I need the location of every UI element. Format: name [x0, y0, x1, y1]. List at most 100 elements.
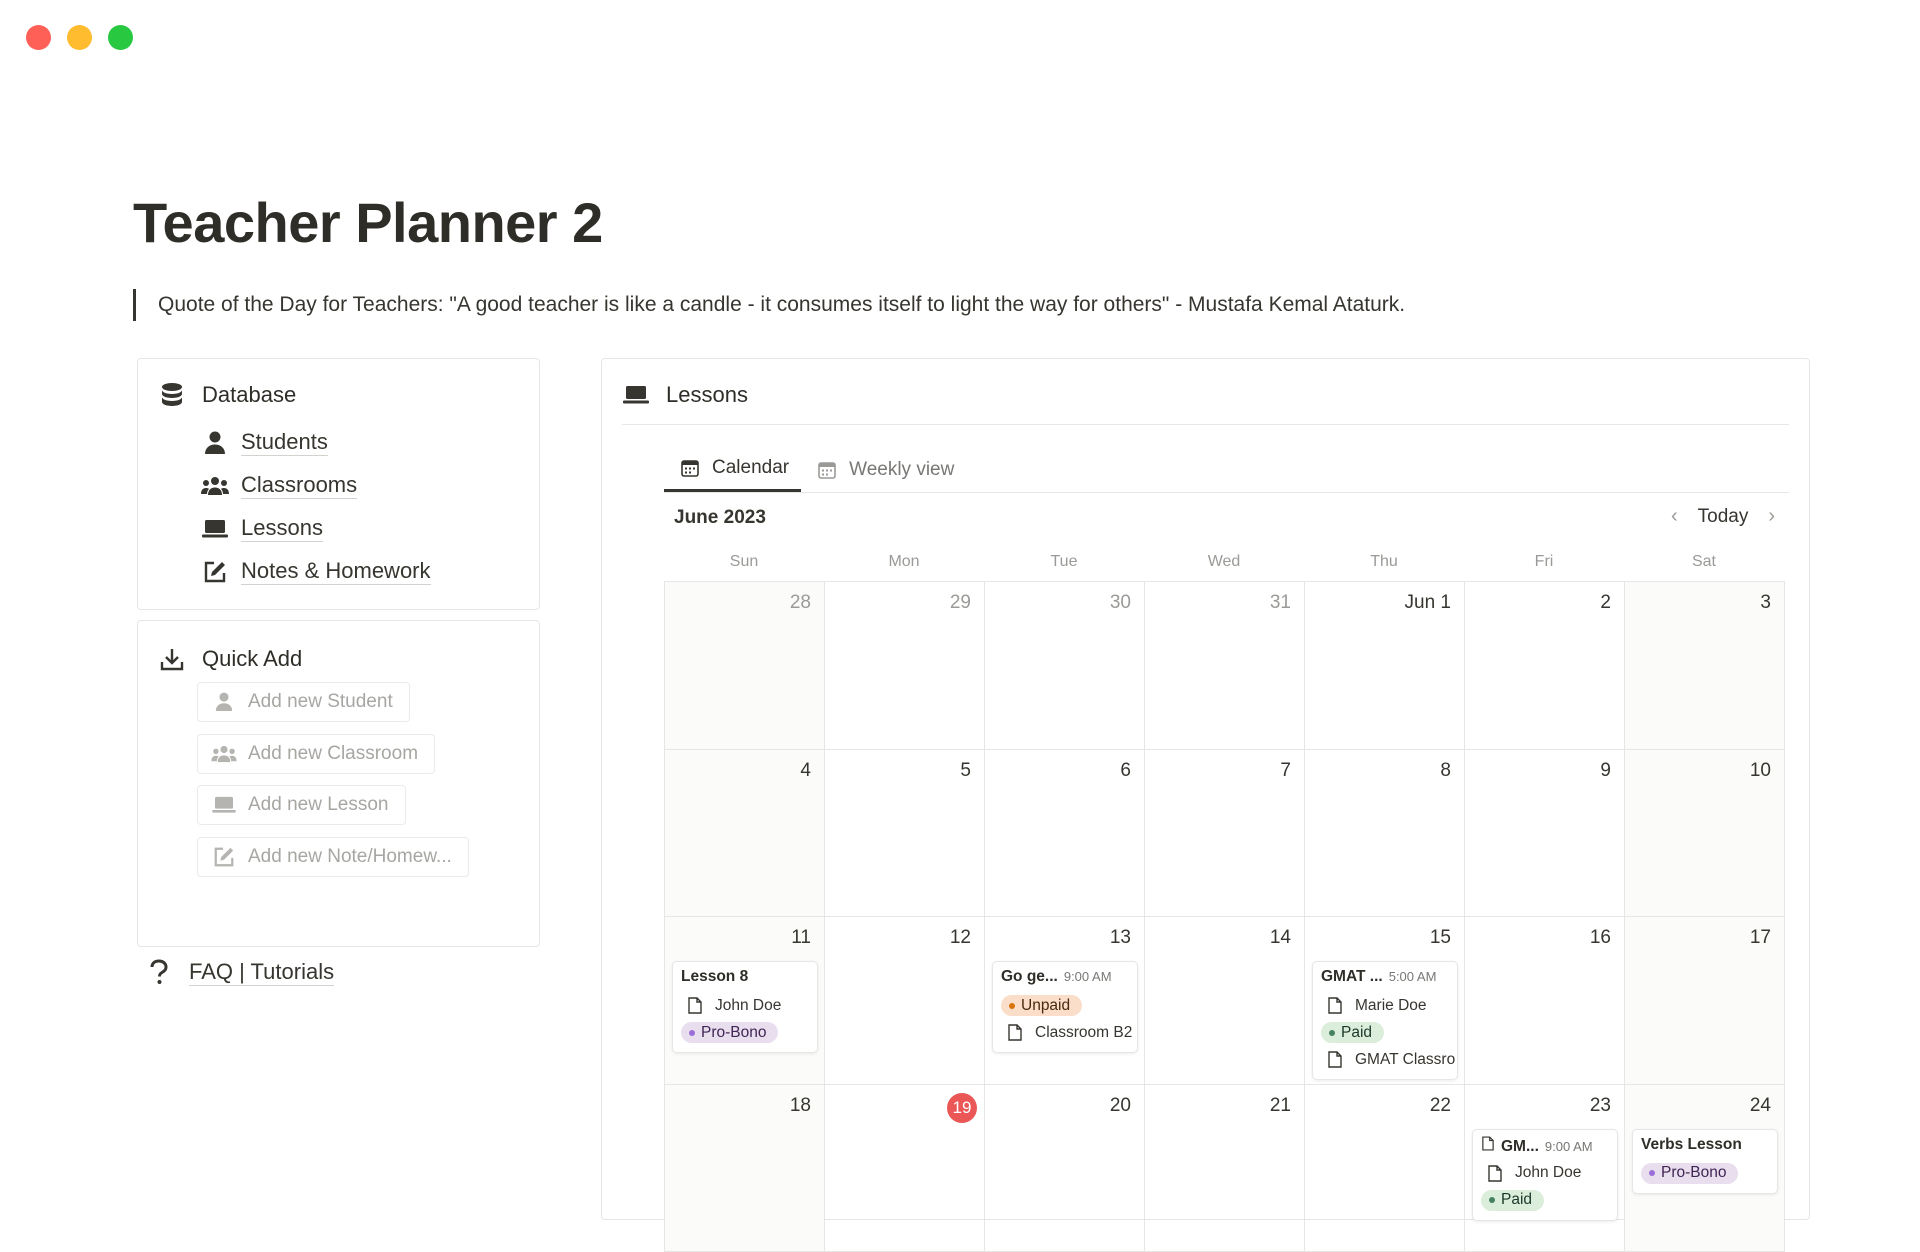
calendar-week: 28 29 30 31 Jun 1 2 3 — [665, 582, 1785, 750]
database-header: Database — [158, 381, 296, 409]
calendar-day[interactable]: 4 — [665, 750, 825, 918]
event-time: 5:00 AM — [1389, 969, 1437, 984]
event-title: Verbs Lesson — [1641, 1136, 1777, 1160]
calendar-day[interactable]: 19 — [825, 1085, 985, 1252]
day-number: 22 — [1430, 1095, 1451, 1117]
button-label: Add new Lesson — [248, 794, 389, 816]
event-time: 9:00 AM — [1064, 969, 1112, 984]
weekday-label: Fri — [1464, 553, 1624, 571]
day-number: 18 — [790, 1095, 811, 1117]
calendar-day[interactable]: 8 — [1305, 750, 1465, 918]
day-number: 12 — [950, 927, 971, 949]
today-marker: 19 — [947, 1093, 977, 1123]
add-new-lesson-button[interactable]: Add new Lesson — [197, 785, 406, 825]
event-student: John Doe — [1481, 1160, 1617, 1187]
quick-add-heading: Quick Add — [202, 646, 302, 672]
weekday-label: Wed — [1144, 553, 1304, 571]
page-icon — [1481, 1159, 1509, 1187]
calendar-day[interactable]: 13 Go ge...9:00 AM Unpaid Classroom B2 — [985, 917, 1145, 1085]
calendar-day[interactable]: 9 — [1465, 750, 1625, 918]
status-tag: Pro-Bono — [681, 1022, 778, 1043]
calendar-day[interactable]: 22 — [1305, 1085, 1465, 1252]
calendar-day[interactable]: 6 — [985, 750, 1145, 918]
lessons-heading[interactable]: Lessons — [666, 382, 748, 408]
laptop-icon — [622, 381, 650, 409]
status-tag: Paid — [1321, 1022, 1384, 1043]
calendar-day[interactable]: 12 — [825, 917, 985, 1085]
day-number: 29 — [950, 592, 971, 614]
group-icon — [201, 472, 229, 500]
calendar-day[interactable]: 20 — [985, 1085, 1145, 1252]
database-item-notes-homework[interactable]: Notes & Homework — [201, 550, 431, 593]
tab-weekly-view[interactable]: Weekly view — [801, 447, 966, 492]
event-card[interactable]: GM...9:00 AM John Doe Paid — [1472, 1129, 1618, 1221]
day-number: 9 — [1600, 760, 1611, 782]
calendar-day[interactable]: 23 GM...9:00 AM John Doe Paid — [1465, 1085, 1625, 1252]
add-new-student-button[interactable]: Add new Student — [197, 682, 410, 722]
database-item-lessons[interactable]: Lessons — [201, 507, 431, 550]
calendar-day[interactable]: 29 — [825, 582, 985, 750]
today-button[interactable]: Today — [1698, 506, 1749, 528]
calendar-day[interactable]: 10 — [1625, 750, 1785, 918]
add-new-classroom-button[interactable]: Add new Classroom — [197, 734, 435, 774]
chevron-left-icon[interactable]: ‹ — [1671, 505, 1678, 528]
calendar-day[interactable]: 16 — [1465, 917, 1625, 1085]
page-icon — [1321, 1046, 1349, 1074]
calendar-day[interactable]: 15 GMAT ...5:00 AM Marie Doe Paid GMAT C… — [1305, 917, 1465, 1085]
calendar-nav: ‹ Today › — [1671, 505, 1775, 528]
calendar-day[interactable]: 11 Lesson 8 John Doe Pro-Bono — [665, 917, 825, 1085]
close-window-button[interactable] — [26, 25, 51, 50]
weekday-label: Mon — [824, 553, 984, 571]
page-icon — [681, 992, 709, 1020]
event-card[interactable]: Lesson 8 John Doe Pro-Bono — [672, 961, 818, 1053]
page-title: Teacher Planner 2 — [133, 190, 603, 255]
day-number: 4 — [800, 760, 811, 782]
calendar-day[interactable]: 5 — [825, 750, 985, 918]
event-card[interactable]: GMAT ...5:00 AM Marie Doe Paid GMAT Clas… — [1312, 961, 1458, 1080]
event-time: 9:00 AM — [1545, 1139, 1593, 1154]
calendar-day[interactable]: 21 — [1145, 1085, 1305, 1252]
calendar-day[interactable]: 2 — [1465, 582, 1625, 750]
calendar-day[interactable]: 17 — [1625, 917, 1785, 1085]
add-new-note-homework-button[interactable]: Add new Note/Homew... — [197, 837, 469, 877]
day-number: 10 — [1750, 760, 1771, 782]
day-number: 11 — [791, 927, 811, 949]
quote-block: Quote of the Day for Teachers: "A good t… — [133, 289, 1405, 321]
calendar-day[interactable]: 18 — [665, 1085, 825, 1252]
download-icon — [158, 645, 186, 673]
database-item-classrooms[interactable]: Classrooms — [201, 464, 431, 507]
event-card[interactable]: Go ge...9:00 AM Unpaid Classroom B2 — [992, 961, 1138, 1053]
quick-add-buttons: Add new Student Add new Classroom Add ne… — [197, 682, 469, 888]
calendar-day[interactable]: 28 — [665, 582, 825, 750]
calendar-day[interactable]: 7 — [1145, 750, 1305, 918]
day-number: 3 — [1760, 592, 1771, 614]
day-number: 13 — [1110, 927, 1131, 949]
group-icon — [210, 740, 238, 768]
day-number: 6 — [1120, 760, 1131, 782]
database-item-label: Students — [241, 429, 328, 456]
calendar-day[interactable]: 24 Verbs Lesson Pro-Bono — [1625, 1085, 1785, 1252]
maximize-window-button[interactable] — [108, 25, 133, 50]
calendar-day[interactable]: 30 — [985, 582, 1145, 750]
window-controls — [26, 25, 133, 50]
chevron-right-icon[interactable]: › — [1768, 505, 1775, 528]
edit-icon — [201, 558, 229, 586]
tab-calendar[interactable]: Calendar — [664, 447, 801, 492]
laptop-icon — [210, 791, 238, 819]
day-number: 5 — [960, 760, 971, 782]
database-item-students[interactable]: Students — [201, 421, 431, 464]
status-tag: Unpaid — [1001, 995, 1082, 1016]
calendar-day[interactable]: 31 — [1145, 582, 1305, 750]
event-card[interactable]: Verbs Lesson Pro-Bono — [1632, 1129, 1778, 1194]
database-icon — [158, 381, 186, 409]
calendar-day[interactable]: 14 — [1145, 917, 1305, 1085]
calendar-day[interactable]: 3 — [1625, 582, 1785, 750]
page-icon — [1481, 1136, 1495, 1152]
database-list: Students Classrooms Lessons Notes & Home… — [201, 421, 431, 593]
calendar-icon — [813, 456, 841, 484]
weekday-label: Tue — [984, 553, 1144, 571]
minimize-window-button[interactable] — [67, 25, 92, 50]
calendar-day[interactable]: Jun 1 — [1305, 582, 1465, 750]
event-title: Lesson 8 — [681, 968, 817, 992]
faq-tutorials-link[interactable]: FAQ | Tutorials — [145, 958, 334, 986]
